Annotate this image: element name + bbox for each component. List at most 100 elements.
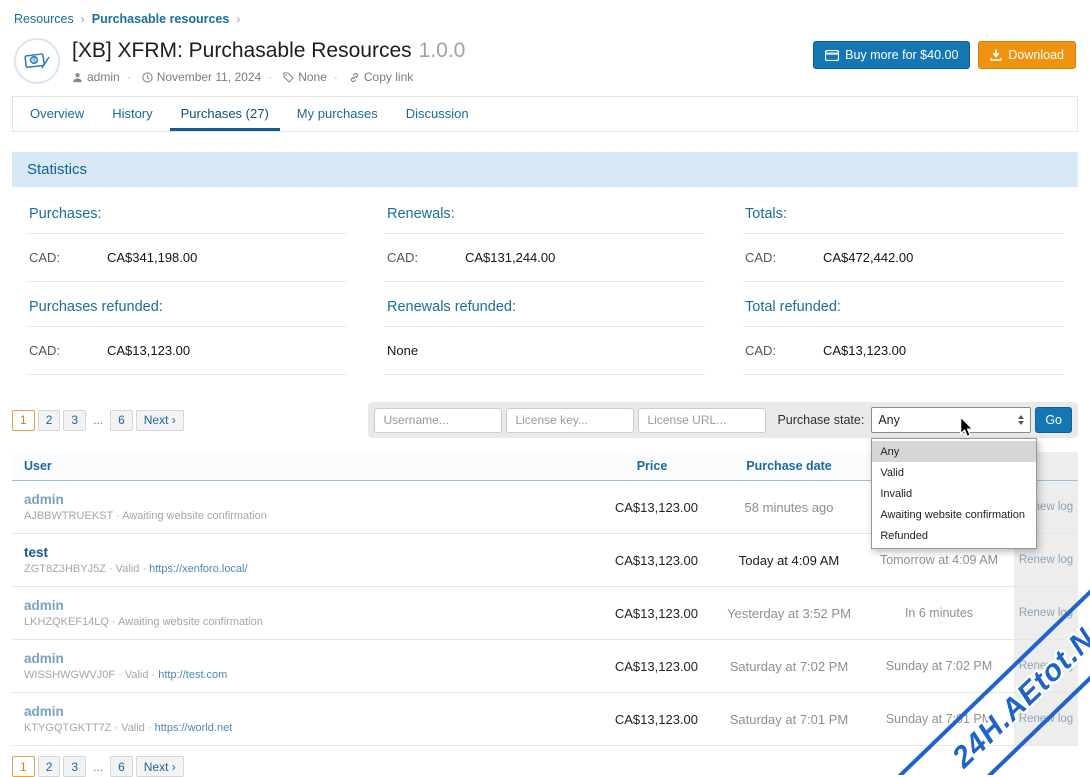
page-3[interactable]: 3 xyxy=(63,410,86,431)
download-label: Download xyxy=(1008,48,1064,62)
stat-value: CA$13,123.00 xyxy=(823,343,906,358)
renew-log-link[interactable]: Renew log xyxy=(1019,713,1073,725)
table-row: admin KTYGQTGKTT7Z · Valid · https://wor… xyxy=(12,693,1078,746)
download-button[interactable]: Download xyxy=(978,41,1076,69)
page-6[interactable]: 6 xyxy=(110,410,133,431)
stat-heading: Renewals: xyxy=(385,189,705,234)
action-cell: Renew log xyxy=(1014,693,1078,745)
breadcrumb: Resources › Purchasable resources › xyxy=(12,10,1078,36)
resource-title: [XB] XFRM: Purchasable Resources xyxy=(72,39,412,62)
username-link[interactable]: admin xyxy=(24,598,64,613)
license-text: ZGT8Z3HBYJ5Z · Valid · xyxy=(24,563,149,575)
header-buttons: Buy more for $40.00 Download xyxy=(813,38,1076,69)
license-info: ZGT8Z3HBYJ5Z · Valid · https://xenforo.l… xyxy=(24,563,248,575)
stat-purchases: Purchases: CAD: CA$341,198.00 xyxy=(27,189,347,282)
link-icon xyxy=(349,72,360,83)
dropdown-option-awaiting[interactable]: Awaiting website confirmation xyxy=(872,504,1036,525)
select-stepper-icon xyxy=(1018,415,1024,425)
buy-more-button[interactable]: Buy more for $40.00 xyxy=(813,41,970,69)
license-info: LKHZQKEF14LQ · Awaiting website confirma… xyxy=(24,616,263,628)
page-next[interactable]: Next › xyxy=(136,756,184,777)
purchase-state-dropdown: Any Valid Invalid Awaiting website confi… xyxy=(871,438,1037,549)
stat-totals: Totals: CAD: CA$472,442.00 xyxy=(743,189,1063,282)
stat-row: CAD: CA$13,123.00 xyxy=(743,327,1063,375)
dropdown-option-invalid[interactable]: Invalid xyxy=(872,483,1036,504)
column-header-user[interactable]: User xyxy=(12,452,590,480)
license-url-link[interactable]: https://world.net xyxy=(155,722,233,734)
stat-currency-label: CAD: xyxy=(745,343,823,358)
username-input[interactable] xyxy=(374,408,502,433)
statistics-grid: Purchases: CAD: CA$341,198.00 Renewals: … xyxy=(12,187,1078,385)
page-2[interactable]: 2 xyxy=(38,410,61,431)
page-next[interactable]: Next › xyxy=(136,410,184,431)
user-cell: admin KTYGQTGKTT7Z · Valid · https://wor… xyxy=(12,693,590,745)
stat-currency-label: CAD: xyxy=(745,250,823,265)
resource-prefix-text: None xyxy=(298,70,327,84)
purchase-date-cell: Saturday at 7:01 PM xyxy=(714,693,864,745)
expiry-cell: In 6 minutes xyxy=(864,587,1014,639)
username-link[interactable]: admin xyxy=(24,704,64,719)
page-1[interactable]: 1 xyxy=(12,410,35,431)
purchase-date-cell: Yesterday at 3:52 PM xyxy=(714,587,864,639)
tab-discussion[interactable]: Discussion xyxy=(395,97,480,131)
dropdown-option-any[interactable]: Any xyxy=(872,441,1036,462)
renew-log-link[interactable]: Renew log xyxy=(1019,607,1073,619)
license-info: WISSHWGWVJ0F · Valid · http://test.com xyxy=(24,669,227,681)
go-button[interactable]: Go xyxy=(1035,407,1072,433)
dropdown-option-valid[interactable]: Valid xyxy=(872,462,1036,483)
license-url-link[interactable]: http://test.com xyxy=(158,669,227,681)
purchase-state-select[interactable]: Any xyxy=(871,407,1031,433)
purchase-date-cell: Saturday at 7:02 PM xyxy=(714,640,864,692)
resource-banknote-icon: $ xyxy=(23,47,51,75)
statistics-header: Statistics xyxy=(12,152,1078,187)
page-1[interactable]: 1 xyxy=(12,756,35,777)
resource-header: $ [XB] XFRM: Purchasable Resources1.0.0 … xyxy=(12,36,1078,96)
stat-row: None xyxy=(385,327,705,375)
column-header-purchase-date[interactable]: Purchase date xyxy=(714,452,864,480)
breadcrumb-purchasable-resources[interactable]: Purchasable resources xyxy=(92,12,230,26)
license-text: LKHZQKEF14LQ · Awaiting website confirma… xyxy=(24,616,263,628)
license-url-link[interactable]: https://xenforo.local/ xyxy=(149,563,247,575)
author-link[interactable]: admin xyxy=(72,70,120,84)
license-key-input[interactable] xyxy=(506,408,634,433)
action-cell: Renew log xyxy=(1014,640,1078,692)
stat-value: CA$131,244.00 xyxy=(465,250,555,265)
username-link[interactable]: test xyxy=(24,545,48,560)
stat-currency-label: CAD: xyxy=(387,250,465,265)
username-link[interactable]: admin xyxy=(24,651,64,666)
page-2[interactable]: 2 xyxy=(38,756,61,777)
username-link[interactable]: admin xyxy=(24,492,64,507)
page-ellipsis: ... xyxy=(89,756,107,777)
pagination-bottom: 1 2 3 ... 6 Next › xyxy=(12,756,184,777)
author-name: admin xyxy=(87,70,120,84)
expiry-cell: Sunday at 7:01 PM xyxy=(864,693,1014,745)
stat-currency-label: CAD: xyxy=(29,343,107,358)
breadcrumb-resources[interactable]: Resources xyxy=(14,12,74,26)
resource-version: 1.0.0 xyxy=(419,39,466,62)
column-header-price[interactable]: Price xyxy=(590,452,714,480)
page-3[interactable]: 3 xyxy=(63,756,86,777)
user-cell: admin WISSHWGWVJ0F · Valid · http://test… xyxy=(12,640,590,692)
tab-my-purchases[interactable]: My purchases xyxy=(286,97,389,131)
license-text: WISSHWGWVJ0F · Valid · xyxy=(24,669,158,681)
stat-heading: Purchases: xyxy=(27,189,347,234)
dropdown-option-refunded[interactable]: Refunded xyxy=(872,525,1036,546)
stat-heading: Purchases refunded: xyxy=(27,282,347,327)
license-url-input[interactable] xyxy=(638,408,766,433)
tab-overview[interactable]: Overview xyxy=(19,97,95,131)
tab-history[interactable]: History xyxy=(101,97,163,131)
price-cell: CA$13,123.00 xyxy=(590,640,714,692)
renew-log-link[interactable]: Renew log xyxy=(1019,660,1073,672)
license-info: AJBBWTRUEKST · Awaiting website confirma… xyxy=(24,510,267,522)
buy-more-label: Buy more for $40.00 xyxy=(845,48,958,62)
renew-log-link[interactable]: Renew log xyxy=(1019,554,1073,566)
tab-purchases[interactable]: Purchases (27) xyxy=(170,97,280,131)
page-6[interactable]: 6 xyxy=(110,756,133,777)
stat-value: CA$13,123.00 xyxy=(107,343,190,358)
table-row: admin WISSHWGWVJ0F · Valid · http://test… xyxy=(12,640,1078,693)
stat-heading: Total refunded: xyxy=(743,282,1063,327)
breadcrumb-separator-icon: › xyxy=(81,12,85,26)
breadcrumb-separator-icon: › xyxy=(236,12,240,26)
copy-link[interactable]: Copy link xyxy=(327,70,413,84)
stat-row: CAD: CA$131,244.00 xyxy=(385,234,705,282)
